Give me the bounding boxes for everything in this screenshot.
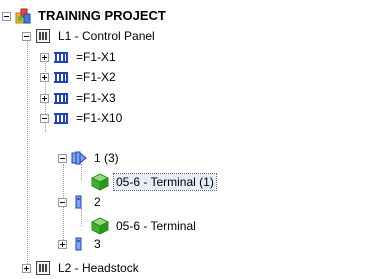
green-part-cube-icon [91,217,109,235]
tree-label: 3 [94,237,101,251]
terminal-icon [71,236,87,252]
tree-node-root[interactable]: TRAINING PROJECT [2,6,168,26]
tree-node-f1-x2[interactable]: =F1-X2 [40,67,118,87]
tree-label: L2 - Headstock [58,261,139,275]
collapse-toggle[interactable] [40,113,49,123]
panel-location-icon [35,260,51,276]
tree-node-terminal-1[interactable]: 1 (3) [58,148,121,168]
terminal-strip-icon [53,110,69,126]
tree-label: 2 [94,195,101,209]
tree-label: =F1-X2 [76,70,116,84]
tree-label: =F1-X1 [76,50,116,64]
tree-node-f1-x10[interactable]: =F1-X10 [40,108,124,128]
tree-label: L1 - Control Panel [58,29,155,43]
project-tree[interactable]: TRAINING PROJECT L1 - Control Panel =F1-… [0,0,374,279]
collapse-toggle[interactable] [22,31,31,41]
multi-level-terminal-icon [71,150,87,166]
tree-node-terminal-2[interactable]: 2 [58,192,103,212]
expand-toggle[interactable] [58,239,67,249]
terminal-icon [71,194,87,210]
collapse-toggle[interactable] [58,153,67,163]
project-folder-icon [15,8,31,24]
terminal-strip-icon [53,69,69,85]
terminal-strip-icon [53,90,69,106]
tree-node-f1-x1[interactable]: =F1-X1 [40,47,118,67]
tree-node-l1[interactable]: L1 - Control Panel [22,26,157,46]
collapse-toggle[interactable] [2,11,11,21]
panel-location-icon [35,28,51,44]
expand-toggle[interactable] [22,263,31,273]
tree-label: 1 (3) [94,151,119,165]
expand-toggle[interactable] [40,52,49,62]
tree-label: TRAINING PROJECT [38,8,166,23]
tree-node-part-terminal-1[interactable]: 05-6 - Terminal (1) [91,172,217,192]
tree-label: =F1-X10 [76,111,123,125]
expand-toggle[interactable] [40,93,49,103]
collapse-toggle[interactable] [58,197,67,207]
terminal-strip-icon [53,49,69,65]
tree-node-l2[interactable]: L2 - Headstock [22,258,141,278]
tree-node-part-terminal[interactable]: 05-6 - Terminal [91,216,198,236]
expand-toggle[interactable] [40,72,49,82]
tree-node-terminal-3[interactable]: 3 [58,234,103,254]
green-part-cube-icon [91,173,109,191]
tree-node-f1-x3[interactable]: =F1-X3 [40,88,118,108]
tree-label: 05-6 - Terminal (1) [113,173,217,191]
tree-label: 05-6 - Terminal [116,219,196,233]
tree-label: =F1-X3 [76,91,116,105]
